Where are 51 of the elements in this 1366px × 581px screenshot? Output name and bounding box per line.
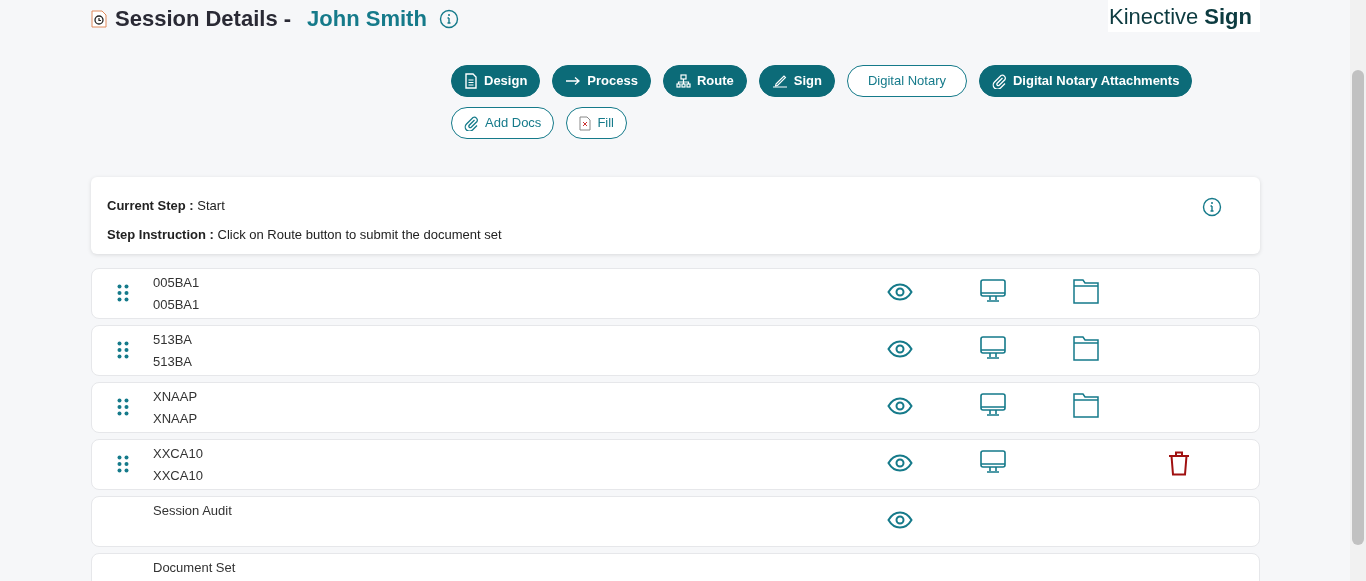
step-instruction-text: Step Instruction : Click on Route button to submit the document set	[107, 225, 502, 244]
drag-handle-icon[interactable]	[116, 284, 129, 302]
scrollbar[interactable]	[1350, 0, 1366, 581]
view-icon[interactable]	[886, 511, 913, 529]
action-button[interactable]: Process	[552, 65, 651, 97]
action-button[interactable]: Route	[662, 65, 747, 97]
info-icon[interactable]	[438, 8, 459, 29]
monitor-icon[interactable]	[979, 450, 1006, 476]
brand-logo: Kinective Sign	[1108, 0, 1260, 32]
action-button[interactable]: Fill	[566, 107, 627, 139]
action-button[interactable]: Digital Notary Attachments	[979, 65, 1193, 97]
document-subtitle: XNAAP	[153, 411, 198, 426]
document-subtitle: 005BA1	[153, 297, 200, 312]
current-step-text: Current Step : Start	[107, 197, 226, 215]
view-icon[interactable]	[886, 283, 913, 301]
document-title: Session Audit	[153, 503, 232, 518]
folder-icon[interactable]	[1072, 279, 1099, 304]
drag-handle-icon[interactable]	[116, 455, 129, 473]
document-title: XXCA10	[153, 446, 203, 461]
folder-icon[interactable]	[1072, 336, 1099, 361]
document-subtitle: 513BA	[153, 354, 193, 369]
monitor-icon[interactable]	[979, 279, 1006, 305]
document-title: 005BA1	[153, 275, 200, 290]
folder-icon[interactable]	[1072, 393, 1099, 418]
action-button[interactable]: Add Docs	[451, 107, 555, 139]
document-subtitle: XXCA10	[153, 468, 203, 483]
pen-icon	[771, 74, 788, 88]
document-icon	[464, 73, 478, 89]
document-title: XNAAP	[153, 389, 198, 404]
drag-handle-icon[interactable]	[116, 341, 129, 359]
document-title: Document Set	[153, 560, 236, 575]
view-icon[interactable]	[886, 397, 913, 415]
view-icon[interactable]	[886, 454, 913, 472]
drag-handle-icon[interactable]	[116, 398, 129, 416]
info-icon[interactable]	[1202, 197, 1222, 217]
customer-name: John Smith	[307, 5, 427, 33]
file-icon	[579, 115, 592, 131]
paperclip-icon	[992, 73, 1007, 89]
page-title: Session Details -	[115, 5, 292, 33]
action-button[interactable]: Digital Notary	[846, 65, 967, 97]
history-document-icon	[91, 9, 107, 28]
paperclip-icon	[464, 115, 479, 131]
hierarchy-icon	[675, 73, 691, 89]
view-icon[interactable]	[886, 340, 913, 358]
action-button[interactable]: Design	[451, 65, 541, 97]
arrow-icon	[565, 76, 582, 86]
action-button[interactable]: Sign	[758, 65, 835, 97]
document-title: 513BA	[153, 332, 193, 347]
monitor-icon[interactable]	[979, 336, 1006, 362]
delete-icon[interactable]	[1167, 451, 1190, 476]
monitor-icon[interactable]	[979, 393, 1006, 419]
